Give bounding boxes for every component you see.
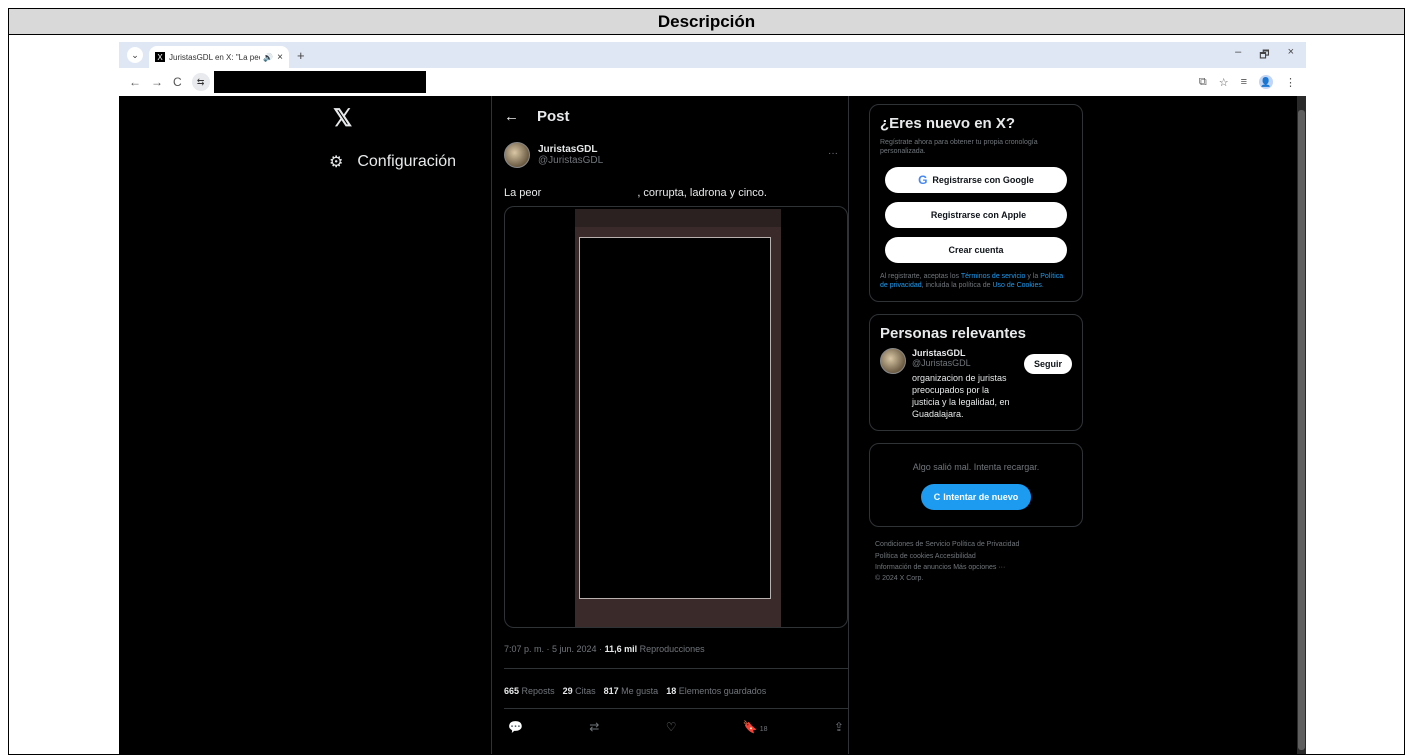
post-column: ← Post JuristasGDL @JuristasGDL ··· La p…	[491, 96, 849, 754]
person-display-name[interactable]: JuristasGDL	[912, 348, 1018, 358]
author-handle[interactable]: @JuristasGDL	[538, 155, 603, 166]
browser-tab[interactable]: X JuristasGDL en X: "La peor 🔊 ×	[149, 46, 289, 68]
tab-close-icon[interactable]: ×	[277, 52, 283, 63]
right-sidebar: ¿Eres nuevo en X? Regístrate ahora para …	[869, 104, 1083, 584]
install-app-icon[interactable]: ⧉	[1199, 76, 1207, 89]
signup-subtitle: Regístrate ahora para obtener tu propia …	[880, 139, 1038, 156]
audio-playing-icon[interactable]: 🔊	[263, 53, 273, 62]
share-icon[interactable]: ⇪	[834, 720, 844, 734]
reading-list-icon[interactable]: ≡	[1241, 76, 1247, 88]
views-label: Reproducciones	[637, 644, 705, 654]
create-account-button[interactable]: Crear cuenta	[885, 236, 1067, 263]
bookmark-count: 18	[759, 726, 768, 733]
window-close-icon[interactable]: ×	[1288, 46, 1294, 65]
reply-icon[interactable]: 💬	[508, 720, 523, 734]
error-message: Algo salió mal. Intenta recargar.	[912, 462, 1040, 473]
tab-title: JuristasGDL en X: "La peor	[169, 52, 261, 62]
retry-button[interactable]: C Intentar de nuevo	[921, 484, 1031, 511]
cookies-link[interactable]: Uso de Cookies	[992, 282, 1041, 289]
author-display-name[interactable]: JuristasGDL	[538, 144, 603, 155]
footer-line[interactable]: Política de cookies Accesibilidad	[875, 551, 1083, 562]
restore-icon[interactable]: 🗗	[1259, 46, 1269, 65]
x-logo-icon[interactable]: 𝕏	[333, 104, 352, 133]
back-arrow-icon[interactable]: ←	[504, 108, 519, 125]
stat-likes[interactable]: 817 Me gusta	[604, 686, 659, 696]
redacted-video-content	[579, 237, 771, 599]
back-icon[interactable]: ←	[129, 75, 141, 89]
document-frame: Descripción ⌄ X JuristasGDL en X: "La pe…	[8, 8, 1405, 755]
stat-bookmarks[interactable]: 18 Elementos guardados	[666, 686, 766, 696]
refresh-icon: C	[933, 492, 941, 503]
address-bar-redacted[interactable]	[213, 71, 426, 93]
post-meta: 7:07 p. m. · 5 jun. 2024 · 11,6 mil Repr…	[504, 644, 705, 654]
tweet-text: La peor , corrupta, ladrona y cinco.	[504, 184, 767, 202]
site-info-icon[interactable]: ⇆	[191, 73, 210, 91]
description-heading: Descripción	[9, 9, 1404, 35]
apple-signup-button[interactable]: Registrarse con Apple	[885, 201, 1067, 228]
post-timestamp[interactable]: 7:07 p. m. · 5 jun. 2024 ·	[504, 644, 605, 654]
stat-reposts[interactable]: 665 Reposts	[504, 686, 555, 696]
google-icon: G	[918, 172, 928, 187]
footer-links: Condiciones de Servicio Política de Priv…	[869, 539, 1083, 584]
terms-link[interactable]: Términos de servicio	[961, 273, 1026, 280]
post-title: Post	[537, 108, 570, 125]
new-tab-button[interactable]: +	[297, 48, 305, 63]
post-author[interactable]: JuristasGDL @JuristasGDL	[504, 142, 603, 168]
tweet-text-start: La peor	[504, 187, 542, 199]
bookmark-icon: 🔖	[742, 720, 758, 734]
stat-quotes[interactable]: 29 Citas	[563, 686, 596, 696]
tweet-text-end: , corrupta, ladrona y cinco.	[637, 187, 767, 199]
relevant-title: Personas relevantes	[880, 324, 1026, 342]
browser-window: ⌄ X JuristasGDL en X: "La peor 🔊 × + – 🗗…	[119, 42, 1306, 754]
reload-icon[interactable]: C	[173, 75, 182, 89]
nav-settings[interactable]: ⚙ Configuración	[329, 152, 456, 172]
view-count: 11,6 mil	[604, 644, 638, 654]
browser-toolbar: ← → C ⇆ ⧉ ☆ ≡ 👤 ⋮	[119, 68, 1306, 96]
minimize-icon[interactable]: –	[1235, 46, 1241, 65]
scrollbar-thumb[interactable]	[1298, 110, 1305, 750]
person-bio: organizacion de juristas preocupados por…	[912, 372, 1010, 420]
avatar[interactable]	[504, 142, 530, 168]
error-card: Algo salió mal. Intenta recargar. C Inte…	[869, 443, 1083, 528]
more-options-icon[interactable]: ···	[828, 148, 838, 159]
footer-line[interactable]: Condiciones de Servicio Política de Priv…	[875, 539, 1083, 550]
toolbar-actions: ⧉ ☆ ≡ 👤 ⋮	[1199, 75, 1296, 89]
relevant-person[interactable]: JuristasGDL @JuristasGDL organizacion de…	[880, 347, 1072, 421]
repost-icon[interactable]: ⇄	[589, 720, 599, 734]
nav-settings-label: Configuración	[357, 153, 457, 170]
post-header: ← Post	[504, 108, 570, 125]
tab-search-icon[interactable]: ⌄	[127, 47, 143, 63]
window-controls: – 🗗 ×	[1235, 46, 1294, 65]
video-frame	[575, 209, 781, 627]
avatar[interactable]	[880, 347, 906, 374]
redacted-text	[542, 184, 637, 202]
post-stats: 665 Reposts 29 Citas 817 Me gusta 18 Ele…	[504, 686, 766, 696]
relevant-people-card: Personas relevantes JuristasGDL @Jurista…	[869, 313, 1083, 432]
bookmark-button[interactable]: 🔖 18	[743, 720, 768, 734]
x-favicon-icon: X	[155, 52, 165, 62]
bookmark-star-icon[interactable]: ☆	[1219, 76, 1229, 89]
signup-title: ¿Eres nuevo en X?	[880, 115, 1016, 132]
google-signup-button[interactable]: G Registrarse con Google	[885, 166, 1067, 193]
x-page: 𝕏 ⚙ Configuración ← Post JuristasGDL @Ju…	[119, 96, 1306, 754]
divider	[504, 668, 848, 669]
follow-button[interactable]: Seguir	[1023, 353, 1072, 374]
divider	[504, 708, 848, 709]
profile-icon[interactable]: 👤	[1259, 75, 1273, 89]
copyright: © 2024 X Corp.	[875, 574, 924, 582]
tab-strip: ⌄ X JuristasGDL en X: "La peor 🔊 × + – 🗗…	[119, 42, 1306, 68]
signup-card: ¿Eres nuevo en X? Regístrate ahora para …	[869, 104, 1083, 302]
footer-line[interactable]: Información de anuncios Más opciones ···	[875, 562, 1083, 573]
person-handle[interactable]: @JuristasGDL	[912, 358, 1018, 368]
video-media[interactable]	[504, 206, 848, 628]
gear-icon: ⚙	[329, 154, 344, 171]
forward-icon[interactable]: →	[151, 75, 163, 89]
page-scrollbar[interactable]	[1297, 96, 1306, 754]
browser-menu-icon[interactable]: ⋮	[1285, 76, 1296, 89]
post-actions: 💬 ⇄ ♡ 🔖 18 ⇪	[504, 720, 848, 734]
signup-legal: Al registrarte, aceptas los Términos de …	[880, 272, 1064, 290]
like-icon[interactable]: ♡	[666, 720, 677, 734]
